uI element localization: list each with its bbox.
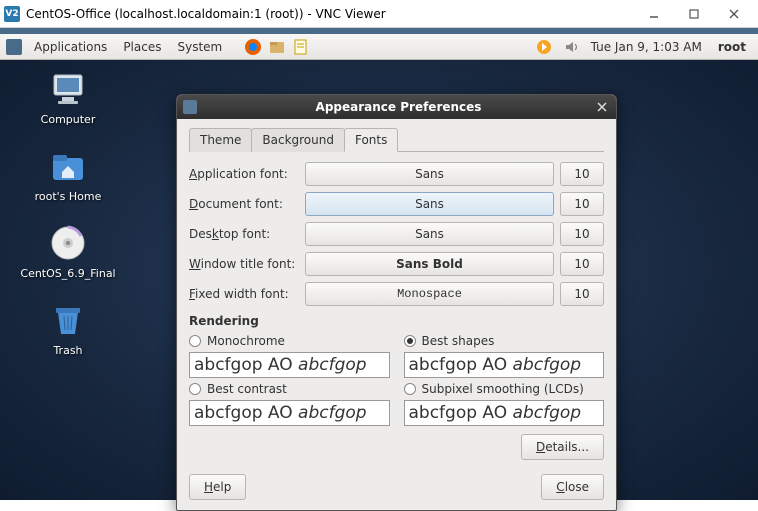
radio-icon — [404, 383, 416, 395]
application-font-label: Application font: — [189, 167, 299, 181]
menu-places[interactable]: Places — [117, 38, 167, 56]
tabs: Theme Background Fonts — [189, 127, 604, 152]
radio-subpixel[interactable]: Subpixel smoothing (LCDs) — [404, 382, 605, 396]
firefox-launcher-icon[interactable] — [244, 38, 262, 56]
close-button[interactable]: Close — [541, 474, 604, 500]
home-folder-icon — [48, 146, 88, 186]
radio-icon — [189, 335, 201, 347]
application-font-button[interactable]: Sans — [305, 162, 554, 186]
sample-shapes: abcfgop AO abcfgop — [404, 352, 605, 378]
vnc-window-title: CentOS-Office (localhost.localdomain:1 (… — [26, 7, 634, 21]
document-font-button[interactable]: Sans — [305, 192, 554, 216]
sample-monochrome: abcfgop AO abcfgop — [189, 352, 390, 378]
radio-icon — [189, 383, 201, 395]
dialog-app-icon — [183, 100, 197, 114]
desktop: Applications Places System — [0, 34, 758, 500]
desktop-font-size-button[interactable]: 10 — [560, 222, 604, 246]
gnome-top-panel: Applications Places System — [0, 34, 758, 60]
window-title-font-size-button[interactable]: 10 — [560, 252, 604, 276]
disc-icon — [48, 223, 88, 263]
desktop-icon-label: CentOS_6.9_Final — [20, 267, 115, 280]
vnc-logo-icon: V2 — [4, 6, 20, 22]
desktop-icon-label: Computer — [41, 113, 96, 126]
vnc-titlebar: V2 CentOS-Office (localhost.localdomain:… — [0, 0, 758, 28]
vnc-maximize-button[interactable] — [674, 2, 714, 26]
radio-monochrome[interactable]: Monochrome — [189, 334, 390, 348]
desktop-icon-disc[interactable]: CentOS_6.9_Final — [18, 223, 118, 280]
appearance-preferences-dialog: Appearance Preferences Theme Background … — [176, 94, 617, 511]
sample-contrast: abcfgop AO abcfgop — [189, 400, 390, 426]
volume-icon[interactable] — [563, 38, 581, 56]
radio-best-shapes[interactable]: Best shapes — [404, 334, 605, 348]
tab-background[interactable]: Background — [251, 128, 345, 152]
desktop-icons-area: Computer root's Home CentOS_6.9_Final Tr… — [18, 69, 118, 357]
window-title-font-button[interactable]: Sans Bold — [305, 252, 554, 276]
panel-clock[interactable]: Tue Jan 9, 1:03 AM — [591, 40, 702, 54]
help-button[interactable]: Help — [189, 474, 246, 500]
vnc-close-button[interactable] — [714, 2, 754, 26]
desktop-font-label: Desktop font: — [189, 227, 299, 241]
menu-system[interactable]: System — [171, 38, 228, 56]
desktop-icon-trash[interactable]: Trash — [18, 300, 118, 357]
dialog-close-button[interactable] — [594, 99, 610, 115]
dialog-title: Appearance Preferences — [203, 100, 594, 114]
details-button[interactable]: Details... — [521, 434, 604, 460]
rendering-heading: Rendering — [189, 314, 604, 328]
computer-icon — [48, 69, 88, 109]
text-editor-launcher-icon[interactable] — [292, 38, 310, 56]
dialog-titlebar[interactable]: Appearance Preferences — [177, 95, 616, 119]
fixed-width-font-size-button[interactable]: 10 — [560, 282, 604, 306]
trash-icon — [48, 300, 88, 340]
desktop-font-button[interactable]: Sans — [305, 222, 554, 246]
tab-theme[interactable]: Theme — [189, 128, 252, 152]
fixed-width-font-label: Fixed width font: — [189, 287, 299, 301]
file-manager-launcher-icon[interactable] — [268, 38, 286, 56]
sample-subpixel: abcfgop AO abcfgop — [404, 400, 605, 426]
distro-logo-icon[interactable] — [6, 39, 22, 55]
document-font-label: Document font: — [189, 197, 299, 211]
vnc-minimize-button[interactable] — [634, 2, 674, 26]
radio-best-contrast[interactable]: Best contrast — [189, 382, 390, 396]
radio-icon — [404, 335, 416, 347]
desktop-icon-label: Trash — [53, 344, 82, 357]
desktop-icon-home[interactable]: root's Home — [18, 146, 118, 203]
document-font-size-button[interactable]: 10 — [560, 192, 604, 216]
menu-applications[interactable]: Applications — [28, 38, 113, 56]
application-font-size-button[interactable]: 10 — [560, 162, 604, 186]
fixed-width-font-button[interactable]: Monospace — [305, 282, 554, 306]
window-title-font-label: Window title font: — [189, 257, 299, 271]
tab-fonts[interactable]: Fonts — [344, 128, 398, 152]
desktop-icon-label: root's Home — [35, 190, 102, 203]
updates-icon[interactable] — [535, 38, 553, 56]
panel-user-menu[interactable]: root — [712, 38, 752, 56]
desktop-icon-computer[interactable]: Computer — [18, 69, 118, 126]
